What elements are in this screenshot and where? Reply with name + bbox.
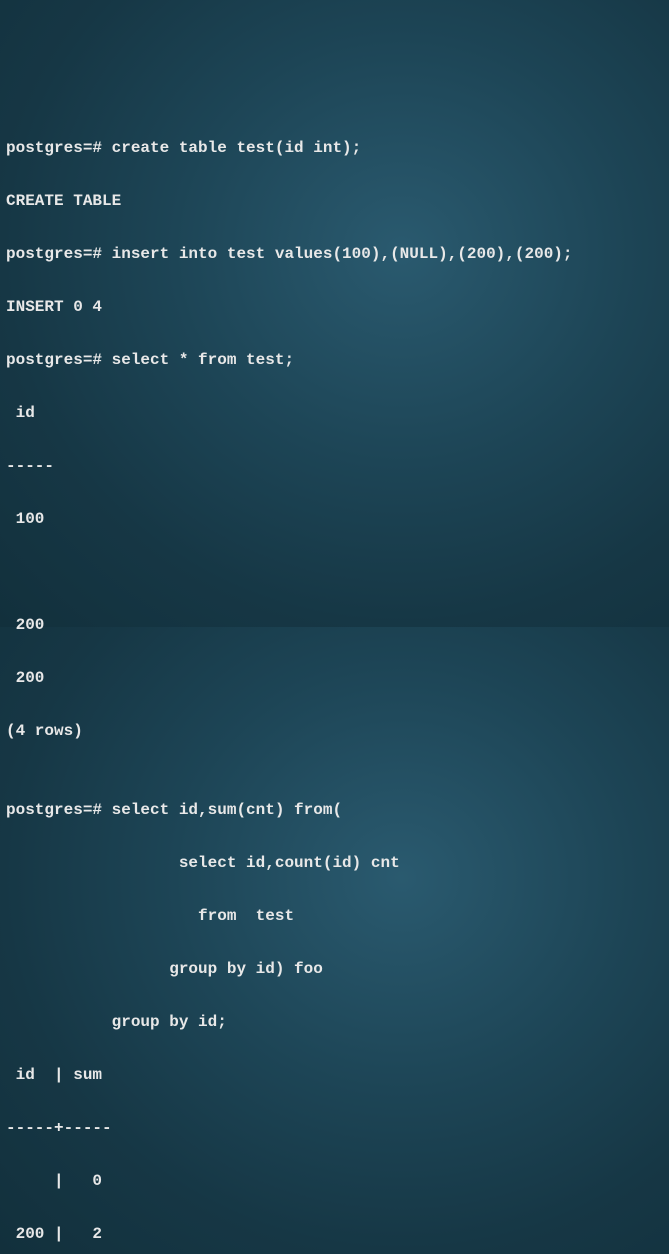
terminal-line: postgres=# select id,sum(cnt) from( (6, 797, 663, 824)
terminal-line: postgres=# create table test(id int); (6, 135, 663, 162)
terminal-line: group by id) foo (6, 956, 663, 983)
terminal-line: 200 | 2 (6, 1221, 663, 1248)
terminal-line: group by id; (6, 1009, 663, 1036)
terminal-line: postgres=# select * from test; (6, 347, 663, 374)
terminal-line: id (6, 400, 663, 427)
terminal-line: 100 (6, 506, 663, 533)
terminal-output[interactable]: postgres=# create table test(id int); CR… (6, 108, 663, 1254)
terminal-line: | 0 (6, 1168, 663, 1195)
terminal-line: CREATE TABLE (6, 188, 663, 215)
terminal-line: id | sum (6, 1062, 663, 1089)
terminal-line: from test (6, 903, 663, 930)
terminal-line (6, 559, 663, 586)
terminal-line: (4 rows) (6, 718, 663, 745)
terminal-line: 200 (6, 665, 663, 692)
terminal-line: INSERT 0 4 (6, 294, 663, 321)
terminal-line: 200 (6, 612, 663, 639)
terminal-line: ----- (6, 453, 663, 480)
terminal-line: select id,count(id) cnt (6, 850, 663, 877)
terminal-line: postgres=# insert into test values(100),… (6, 241, 663, 268)
terminal-line: -----+----- (6, 1115, 663, 1142)
